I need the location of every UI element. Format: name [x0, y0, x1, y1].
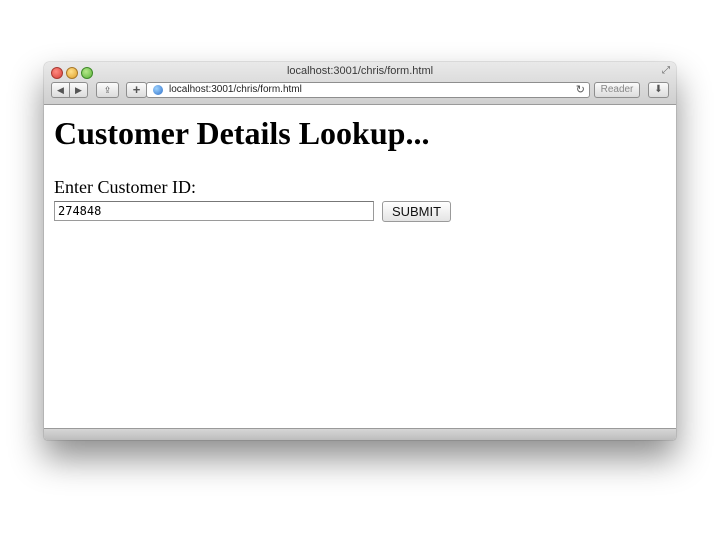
download-icon: ⬇ [654, 84, 663, 95]
forward-arrow-icon: ▶ [75, 85, 82, 95]
page-content: Customer Details Lookup... Enter Custome… [44, 105, 676, 429]
page-title: Customer Details Lookup... [54, 115, 430, 151]
add-bookmark-button[interactable]: + [126, 82, 147, 98]
globe-icon [153, 85, 163, 95]
share-button[interactable]: ⇪ [96, 82, 119, 98]
window-title: localhost:3001/chris/form.html [286, 65, 434, 77]
plus-icon: + [132, 82, 141, 97]
customer-id-input[interactable] [54, 201, 374, 221]
fullscreen-icon[interactable]: ⤢ [662, 65, 670, 76]
submit-button[interactable]: SUBMIT [382, 201, 451, 222]
back-button[interactable]: ◀ [51, 82, 70, 98]
browser-toolbar: localhost:3001/chris/form.html ⤢ ◀ ▶ ⇪ +… [44, 62, 676, 105]
browser-window: localhost:3001/chris/form.html ⤢ ◀ ▶ ⇪ +… [44, 62, 676, 440]
customer-id-label: Enter Customer ID: [54, 177, 196, 197]
share-icon: ⇪ [103, 85, 112, 95]
address-url: localhost:3001/chris/form.html [169, 84, 302, 95]
downloads-button[interactable]: ⬇ [648, 82, 669, 98]
reload-icon[interactable]: ↻ [576, 83, 585, 96]
status-bar [44, 428, 676, 440]
back-arrow-icon: ◀ [57, 85, 64, 95]
forward-button[interactable]: ▶ [69, 82, 88, 98]
reader-button[interactable]: Reader [594, 82, 640, 98]
address-bar[interactable]: localhost:3001/chris/form.html ↻ [146, 82, 590, 98]
